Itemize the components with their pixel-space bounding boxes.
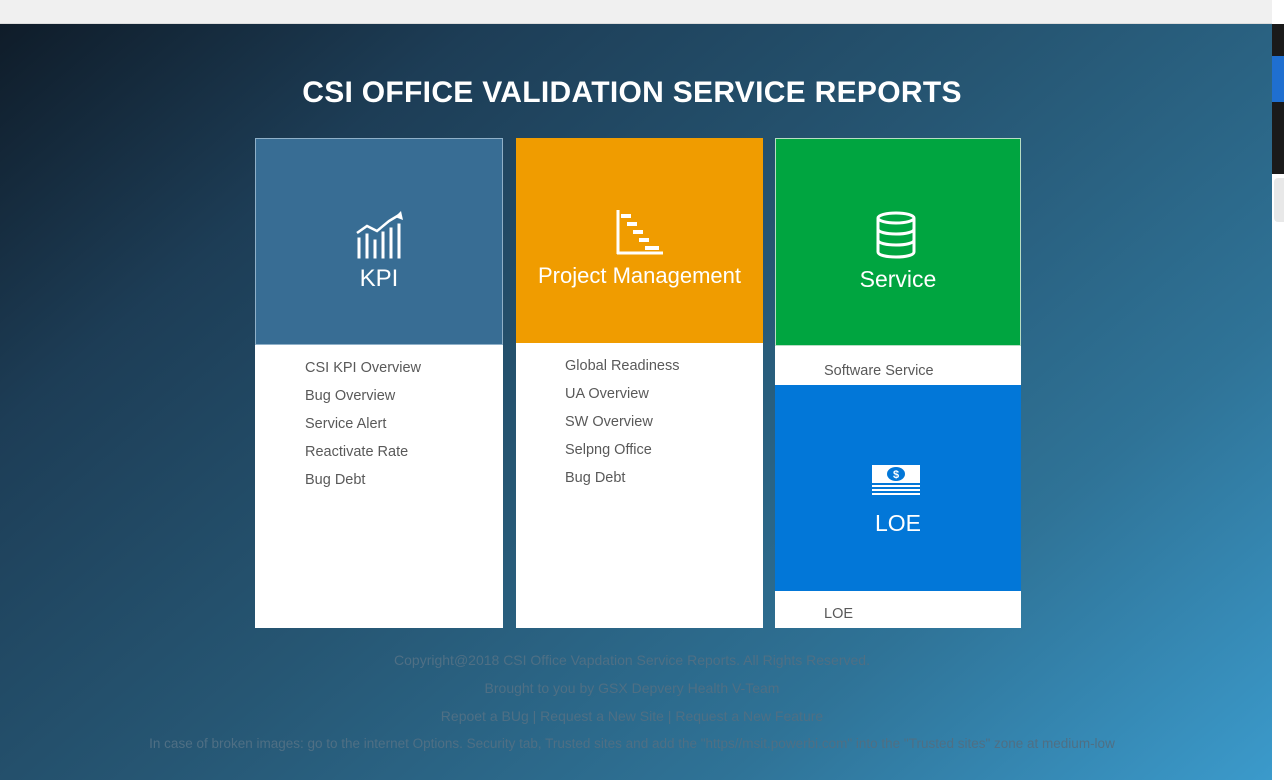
project-management-card: Project Management Global Readiness UA O… — [516, 138, 763, 628]
project-management-tile[interactable]: Project Management — [516, 138, 763, 343]
report-portal-page: CSI OFFICE VALIDATION SERVICE REPORTS KP… — [0, 24, 1272, 780]
footer-credits: Brought to you by GSX Depvery Health V-T… — [484, 680, 780, 696]
kpi-tile-label: KPI — [359, 265, 399, 292]
link-selpng-office[interactable]: Selpng Office — [565, 436, 679, 464]
edge-scroll-handle[interactable] — [1274, 178, 1284, 222]
link-project-bug-debt[interactable]: Bug Debt — [565, 464, 679, 492]
link-kpi-bug-debt[interactable]: Bug Debt — [305, 466, 421, 494]
footer-links: Repoet a BUg | Request a New Site | Requ… — [0, 708, 1264, 724]
kpi-card: KPI CSI KPI Overview Bug Overview Servic… — [255, 138, 503, 628]
bar-chart-trend-icon — [356, 211, 403, 259]
link-service-alert[interactable]: Service Alert — [305, 410, 421, 438]
project-management-tile-label: Project Management — [538, 263, 741, 288]
gantt-chart-icon — [616, 210, 663, 255]
money-stack-icon: $ — [872, 465, 920, 495]
link-global-readiness[interactable]: Global Readiness — [565, 352, 679, 380]
link-loe[interactable]: LOE — [824, 600, 853, 628]
browser-top-bar — [0, 0, 1272, 24]
service-tile[interactable]: Service — [775, 138, 1021, 346]
link-csi-kpi-overview[interactable]: CSI KPI Overview — [305, 354, 421, 382]
link-bug-overview[interactable]: Bug Overview — [305, 382, 421, 410]
loe-tile-label: LOE — [874, 510, 922, 536]
page-title: CSI OFFICE VALIDATION SERVICE REPORTS — [302, 76, 962, 109]
kpi-tile[interactable]: KPI — [255, 138, 503, 345]
project-link-list: Global Readiness UA Overview SW Overview… — [565, 352, 679, 492]
footer-broken-images-note: In case of broken images: go to the inte… — [149, 736, 1115, 751]
footer-separator: | — [528, 708, 541, 724]
loe-tile[interactable]: $ LOE — [775, 385, 1021, 591]
link-reactivate-rate[interactable]: Reactivate Rate — [305, 438, 421, 466]
request-site-link[interactable]: Request a New Site — [540, 708, 664, 724]
edge-blue-tab[interactable] — [1272, 56, 1284, 102]
service-tile-label: Service — [859, 266, 937, 292]
link-sw-overview[interactable]: SW Overview — [565, 408, 679, 436]
kpi-link-list: CSI KPI Overview Bug Overview Service Al… — [305, 354, 421, 494]
footer-copyright: Copyright@2018 CSI Office Vapdation Serv… — [394, 652, 870, 668]
link-ua-overview[interactable]: UA Overview — [565, 380, 679, 408]
footer-separator: | — [663, 708, 676, 724]
loe-link-list: LOE — [824, 600, 853, 628]
service-card: Service Software Service $ LOE LOE — [775, 138, 1021, 628]
service-link-list: Software Service — [824, 357, 934, 385]
browser-right-edge — [1272, 0, 1284, 784]
report-bug-link[interactable]: Repoet a BUg — [441, 708, 529, 724]
request-feature-link[interactable]: Request a New Feature — [675, 708, 823, 724]
link-software-service[interactable]: Software Service — [824, 357, 934, 385]
svg-text:$: $ — [893, 469, 899, 481]
database-icon — [876, 211, 916, 259]
